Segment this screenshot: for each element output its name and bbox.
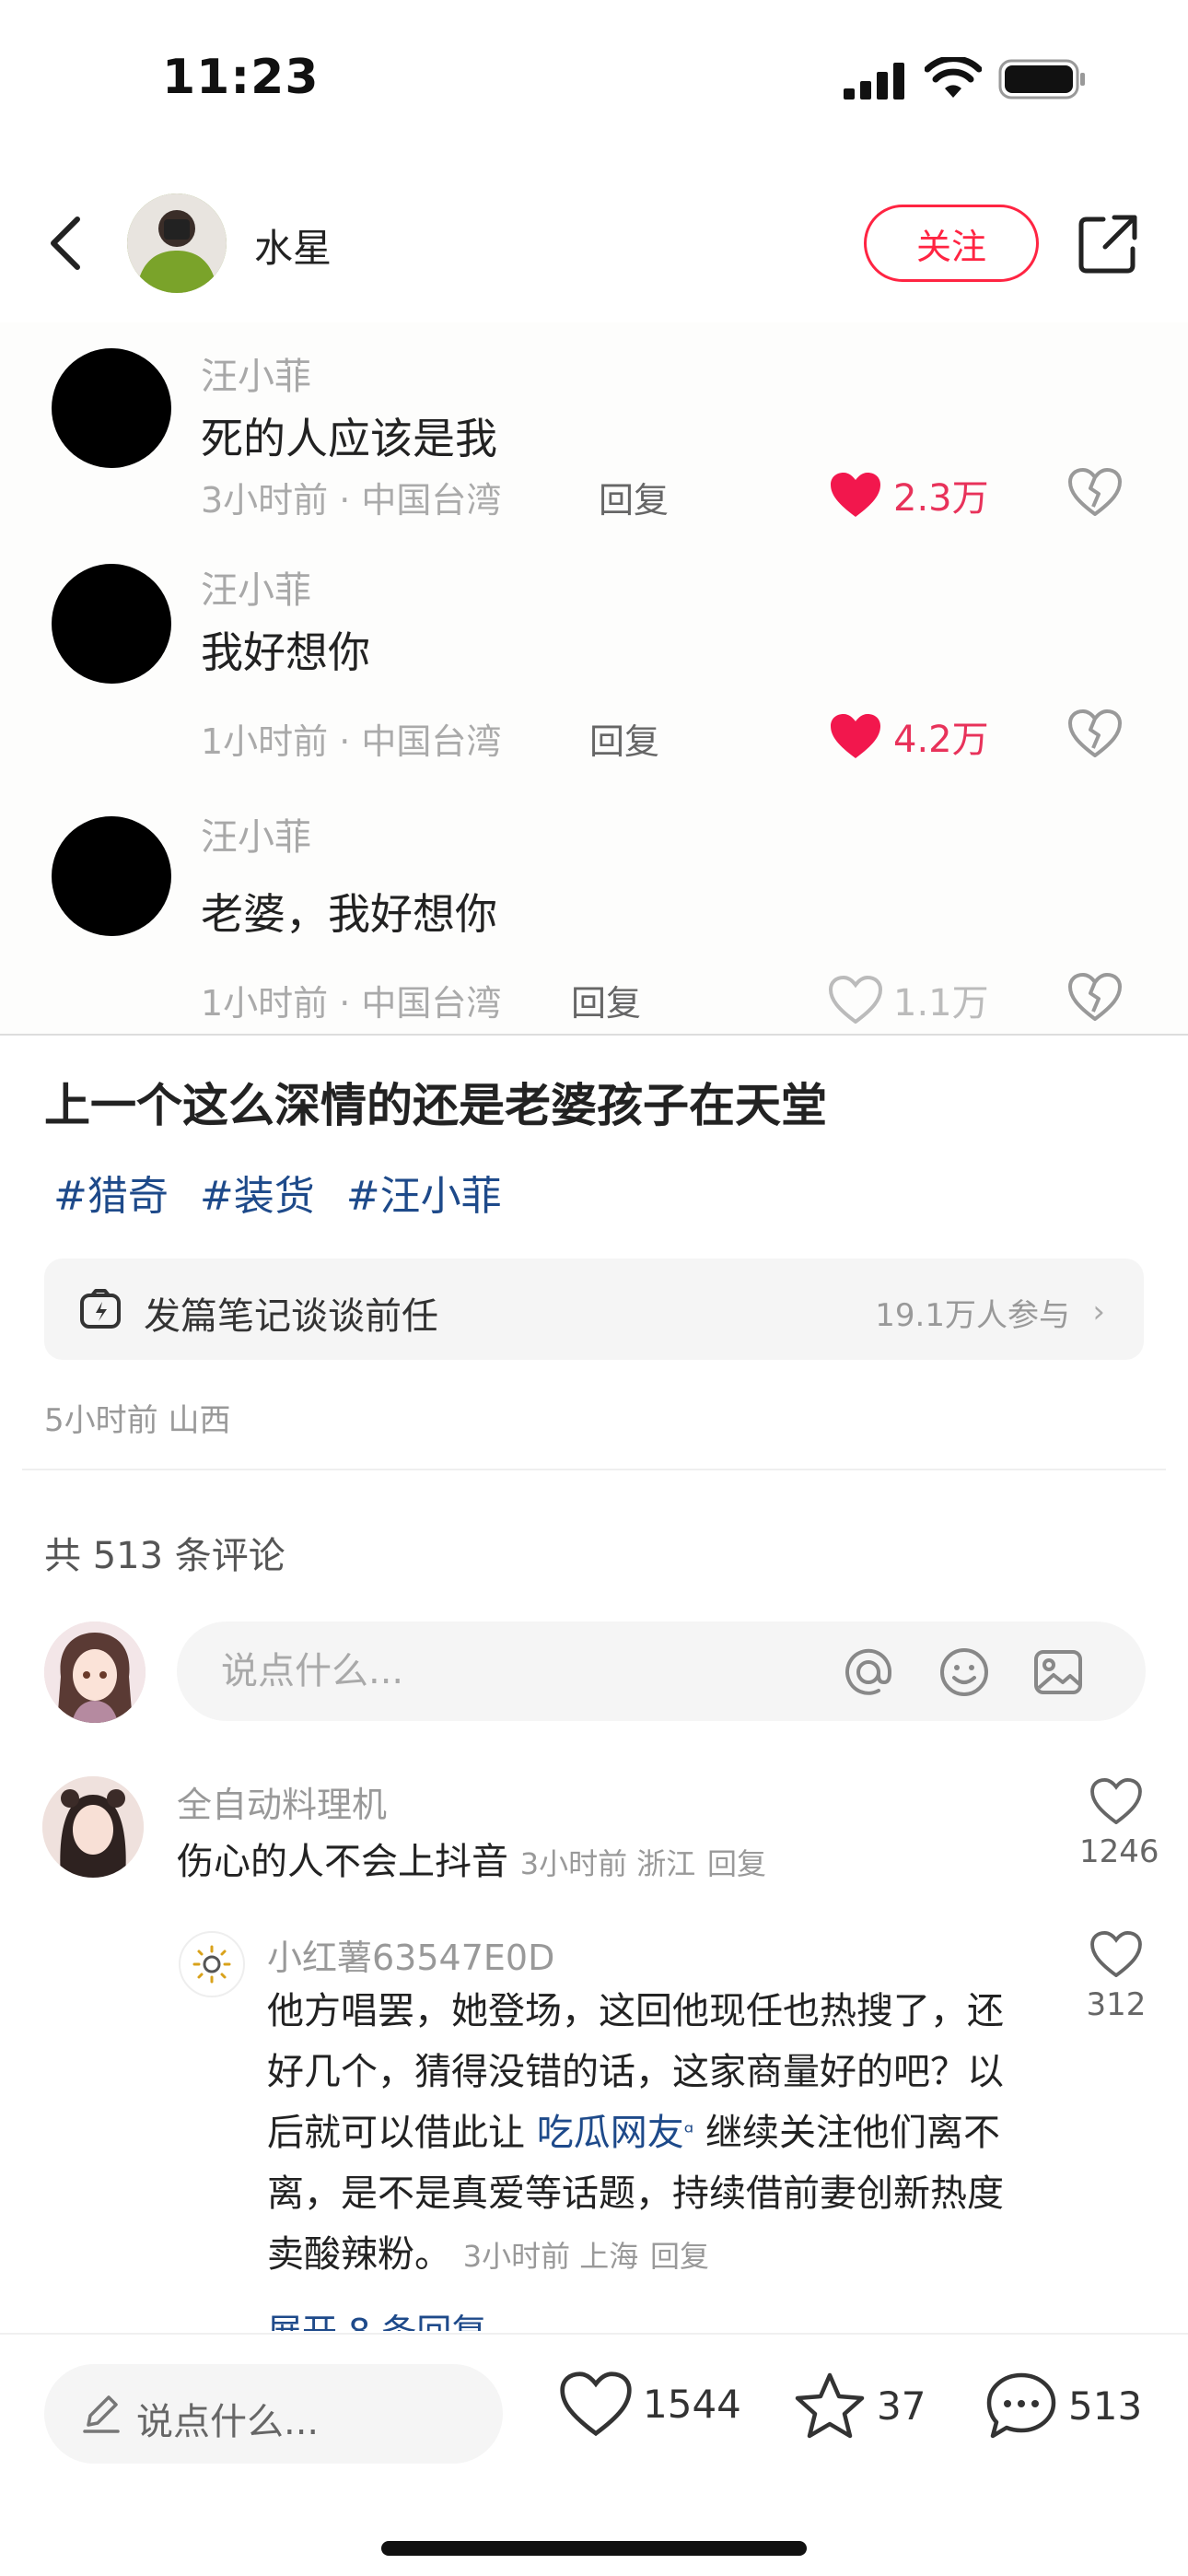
note-header: 水星 关注	[0, 166, 1188, 322]
like-count: 1544	[643, 2381, 741, 2427]
image-comment-avatar	[52, 348, 171, 468]
heart-outline-icon	[560, 2371, 632, 2436]
comment-like-count: 1246	[1079, 1833, 1159, 1870]
comment-input-pill[interactable]	[177, 1622, 1146, 1721]
comment-mention-link[interactable]: 吃瓜网友	[537, 2112, 684, 2154]
heart-filled-icon	[831, 473, 880, 517]
comment-count: 513	[1068, 2383, 1143, 2429]
comment-reply-button[interactable]: 回复	[650, 2239, 709, 2274]
comment-like-count: 312	[1086, 1986, 1147, 2023]
tag-link[interactable]: #猎奇	[53, 1163, 169, 1222]
post-meta: 5小时前 山西	[44, 1402, 231, 1439]
post-title: 上一个这么深情的还是老婆孩子在天堂	[44, 1079, 827, 1132]
expand-replies-button[interactable]: 展开 8 条回复	[267, 2303, 486, 2331]
heart-outline-icon	[829, 976, 882, 1024]
topic-card[interactable]: 发篇笔记谈谈前任 19.1万人参与 ›	[44, 1259, 1144, 1360]
comment-like-button[interactable]: 1246	[1079, 1777, 1159, 1870]
commenter-name[interactable]: 小红薯63547E0D	[267, 1929, 554, 1980]
collect-button[interactable]: 37	[794, 2371, 926, 2440]
comment-total: 共 513 条评论	[44, 1535, 285, 1577]
comment-content: 他方唱罢，她登场，这回他现任也热搜了，还好几个，猜得没错的话，这家商量好的吧？以…	[267, 1981, 1037, 2287]
image-comment-like-count: 4.2万	[893, 719, 989, 761]
follow-button[interactable]: 关注	[864, 205, 1039, 282]
bottom-comment-input[interactable]: 说点什么...	[44, 2364, 503, 2464]
broken-heart-icon	[1068, 468, 1122, 516]
image-comment-meta: 1小时前 · 中国台湾	[201, 721, 502, 762]
comment-button[interactable]: 513	[985, 2371, 1142, 2440]
battery-icon	[998, 59, 1085, 100]
comment-like-button[interactable]: 312	[1079, 1930, 1153, 2023]
sun-icon	[192, 1945, 231, 1984]
back-arrow-icon[interactable]	[44, 214, 92, 273]
status-time: 11:23	[162, 50, 320, 105]
image-comment-like: 4.2万	[829, 709, 989, 763]
image-comment-meta: 3小时前 · 中国台湾	[201, 480, 502, 521]
home-indicator[interactable]	[381, 2541, 807, 2556]
comment-meta: 3小时前 浙江	[519, 1846, 696, 1881]
share-icon[interactable]	[1076, 212, 1140, 276]
lightning-camera-icon	[80, 1289, 121, 1329]
emoji-icon[interactable]	[938, 1645, 991, 1699]
image-comment-avatar	[52, 816, 171, 936]
comment-text: 伤心的人不会上抖音	[177, 1841, 508, 1883]
image-comment-like-count: 2.3万	[893, 477, 989, 520]
my-avatar[interactable]	[44, 1622, 146, 1723]
comment-content: 伤心的人不会上抖音 3小时前 浙江 回复	[177, 1832, 1079, 1894]
heart-outline-icon	[1090, 1777, 1142, 1825]
cellular-signal-icon	[844, 63, 904, 100]
commenter-avatar[interactable]	[42, 1776, 144, 1878]
chat-bubble-icon	[986, 2372, 1056, 2439]
at-mention-icon[interactable]	[842, 1645, 895, 1699]
status-bar: 11:23	[0, 0, 1188, 166]
image-icon[interactable]	[1031, 1645, 1085, 1699]
image-comment-reply: 回复	[589, 721, 660, 762]
search-icon: ᵅ	[683, 2119, 694, 2147]
bottom-input-placeholder: 说点什么...	[136, 2401, 320, 2443]
comment-input[interactable]	[221, 1645, 774, 1697]
image-comment-name: 汪小菲	[201, 569, 311, 612]
image-comment-reply: 回复	[571, 983, 642, 1024]
pencil-icon	[83, 2395, 120, 2433]
image-comment-text: 我好想你	[201, 627, 370, 677]
topic-title: 发篇笔记谈谈前任	[144, 1295, 438, 1338]
comment-meta: 3小时前 上海	[462, 2239, 639, 2274]
image-comment-text: 老婆，我好想你	[201, 889, 497, 939]
image-comment-reply: 回复	[599, 480, 670, 521]
image-comment-like-count: 1.1万	[893, 982, 989, 1025]
tag-link[interactable]: #装货	[200, 1163, 315, 1222]
heart-outline-icon	[1090, 1930, 1142, 1978]
collect-count: 37	[877, 2383, 926, 2429]
image-comment-meta: 1小时前 · 中国台湾	[201, 983, 502, 1024]
image-comment-avatar	[52, 564, 171, 684]
image-comment-text: 死的人应该是我	[201, 414, 497, 463]
broken-heart-icon	[1068, 973, 1122, 1021]
image-comment-like: 1.1万	[829, 973, 989, 1026]
chevron-right-icon: ›	[1092, 1294, 1105, 1330]
commenter-name[interactable]: 全自动料理机	[177, 1776, 387, 1827]
like-button[interactable]: 1544	[560, 2371, 741, 2436]
image-comment-name: 汪小菲	[201, 816, 311, 859]
heart-filled-icon	[831, 714, 880, 758]
comment-reply-button[interactable]: 回复	[707, 1846, 766, 1881]
author-avatar[interactable]	[127, 193, 227, 293]
star-outline-icon	[795, 2372, 865, 2439]
image-comment-name: 汪小菲	[201, 356, 311, 398]
note-image[interactable]: 汪小菲 死的人应该是我 3小时前 · 中国台湾 回复 2.3万 汪小菲 我好想你…	[0, 322, 1188, 1036]
broken-heart-icon	[1068, 709, 1122, 757]
commenter-avatar[interactable]	[179, 1931, 245, 1997]
author-name[interactable]: 水星	[254, 217, 332, 274]
topic-participants: 19.1万人参与	[875, 1297, 1070, 1334]
image-comment-like: 2.3万	[829, 468, 989, 521]
bottom-action-bar: 说点什么... 1544 37 513	[0, 2335, 1188, 2576]
divider	[22, 1469, 1166, 1470]
tag-link[interactable]: #汪小菲	[346, 1163, 502, 1222]
post-tags: #猎奇 #装货 #汪小菲	[53, 1163, 502, 1222]
wifi-icon	[925, 57, 982, 98]
